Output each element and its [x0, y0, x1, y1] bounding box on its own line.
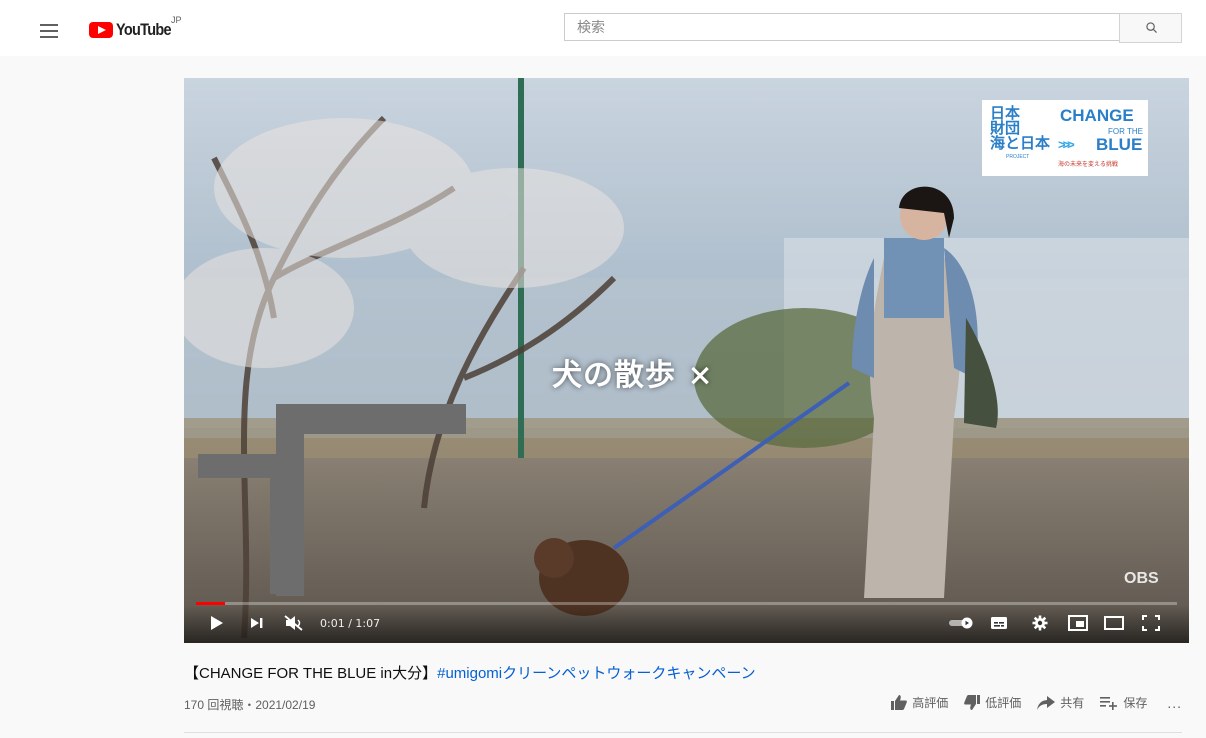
save-label: 保存 [1123, 696, 1148, 710]
title-prefix: 【CHANGE FOR THE BLUE in大分】 [184, 665, 438, 682]
like-label: 高評価 [912, 696, 949, 710]
fullscreen-icon[interactable] [1142, 615, 1160, 631]
search-button[interactable] [1119, 13, 1182, 43]
channel-watermark: OBS [1124, 570, 1159, 587]
player-controls: 0:01 / 1:07 [184, 605, 1189, 643]
brand-arrows-icon: >>> [1058, 137, 1075, 152]
mute-icon[interactable] [284, 615, 304, 631]
save-button[interactable]: 保存 [1100, 694, 1147, 711]
region-label: JP [171, 15, 182, 25]
settings-gear-icon[interactable] [1032, 615, 1048, 631]
share-arrow-icon [1037, 695, 1056, 710]
brand-project: PROJECT [1006, 154, 1030, 160]
brand-logo: 日本 財団 海と日本 PROJECT CHANGE FOR THE >>> BL… [982, 100, 1148, 176]
thumbs-up-icon [891, 695, 908, 710]
share-label: 共有 [1060, 696, 1085, 710]
search-input[interactable]: 検索 [564, 13, 1119, 41]
more-actions-button[interactable]: ... [1167, 695, 1182, 711]
brand-blue: BLUE [1096, 135, 1143, 154]
next-icon[interactable] [250, 617, 264, 629]
search-icon [1146, 22, 1157, 33]
youtube-logo[interactable]: YouTube JP [89, 15, 182, 42]
more-icon: ... [1167, 694, 1182, 711]
video-actions: 高評価 低評価 共有 保存 ... [875, 694, 1182, 711]
search-bar: 検索 [564, 13, 1182, 43]
dislike-button[interactable]: 低評価 [964, 694, 1021, 711]
subtitles-icon[interactable] [990, 616, 1008, 630]
thumbs-down-icon [964, 695, 981, 710]
playlist-add-icon [1100, 696, 1118, 710]
share-button[interactable]: 共有 [1037, 694, 1084, 711]
video-title: 【CHANGE FOR THE BLUE in大分】#umigomiクリーンペッ… [184, 662, 756, 683]
masthead: YouTube JP 検索 [0, 0, 1206, 56]
brand-tagline: 海の未来を変える挑戦 [1058, 162, 1118, 168]
time-display: 0:01 / 1:07 [320, 617, 381, 630]
play-icon[interactable] [210, 615, 224, 631]
brand-jp-top: 日本 財団 [990, 105, 1021, 137]
dislike-label: 低評価 [985, 696, 1022, 710]
video-meta: 170 回視聴・2021/02/19 [184, 698, 316, 712]
video-caption: 犬の散歩 × [552, 358, 714, 393]
menu-icon[interactable] [40, 24, 58, 38]
autoplay-toggle-icon[interactable] [948, 617, 974, 629]
theater-mode-icon[interactable] [1104, 616, 1124, 630]
brand-change: CHANGE [1060, 106, 1134, 125]
video-player[interactable]: 犬の散歩 × 日本 財団 海と日本 PROJECT CHANGE FOR THE… [184, 78, 1189, 643]
brand-jp-bottom: 海と日本 [990, 135, 1051, 152]
like-button[interactable]: 高評価 [891, 694, 948, 711]
miniplayer-icon[interactable] [1068, 615, 1088, 631]
logo-text: YouTube [116, 20, 172, 39]
hashtag-link[interactable]: #umigomi [437, 665, 502, 682]
title-suffix[interactable]: クリーンペットウォークキャンペーン [502, 665, 756, 682]
divider [184, 732, 1182, 733]
play-logo-icon [89, 22, 113, 38]
